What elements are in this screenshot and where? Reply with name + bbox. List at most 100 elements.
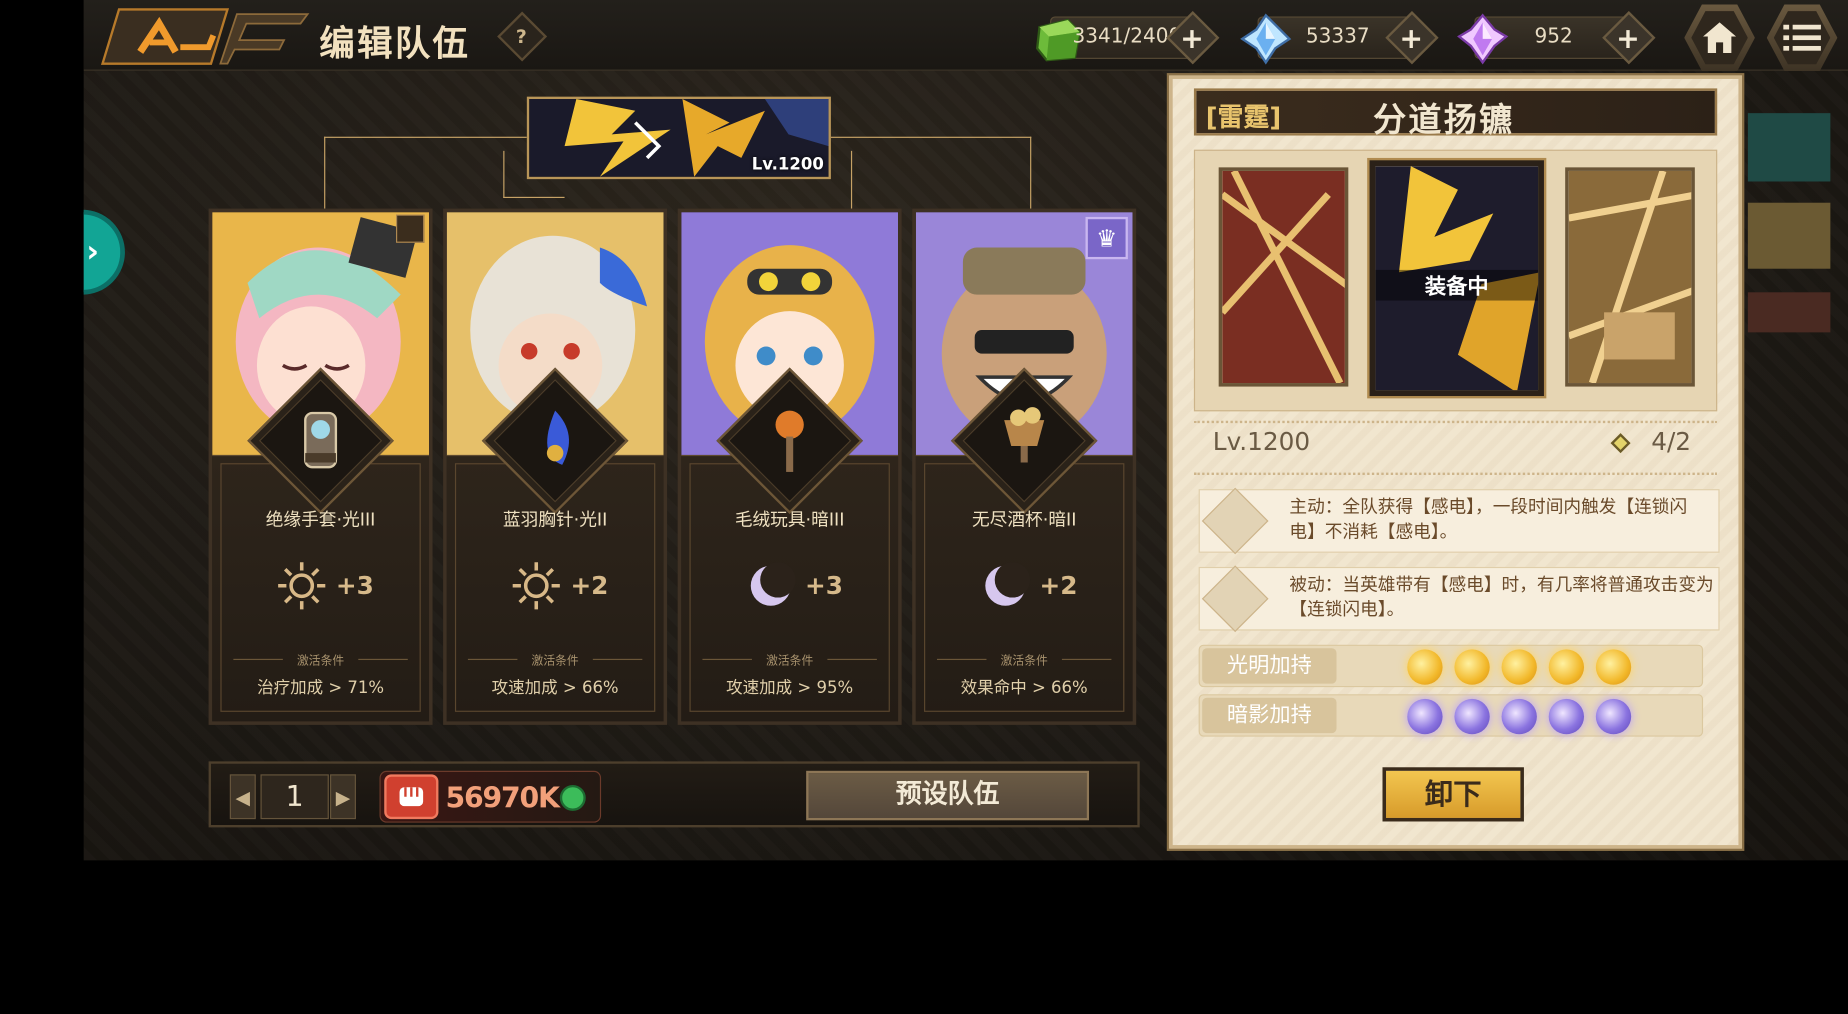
relic-level: Lv.1200 bbox=[1212, 427, 1311, 457]
attribute-bonus: +2 bbox=[447, 557, 664, 616]
question-icon: ? bbox=[516, 25, 528, 48]
light-orb-icon bbox=[1501, 649, 1537, 685]
activation-condition: 治疗加成 > 71% bbox=[257, 678, 385, 698]
relic-option[interactable] bbox=[1565, 167, 1695, 387]
unequip-button[interactable]: 卸下 bbox=[1382, 767, 1524, 822]
light-orb-icon bbox=[1595, 649, 1632, 685]
purple-crystal-icon bbox=[1457, 13, 1509, 65]
relic-count: 4/2 bbox=[1651, 427, 1692, 457]
help-button[interactable]: ? bbox=[497, 11, 548, 62]
divider bbox=[1193, 420, 1718, 424]
purple-crystal-value: 952 bbox=[1534, 24, 1573, 49]
side-tab[interactable] bbox=[1747, 113, 1831, 182]
hero-card-1[interactable]: 绝缘手套·光III +3 激活条件 治疗加成 > 71% bbox=[208, 208, 433, 725]
left-black-bar bbox=[0, 0, 84, 861]
dark-orb-icon bbox=[1454, 698, 1490, 735]
plus-icon: + bbox=[1616, 22, 1640, 56]
team-relic-slot[interactable]: Lv.1200 bbox=[526, 96, 831, 180]
page-title: 编辑队伍 bbox=[319, 23, 471, 65]
team-power: 56970K bbox=[379, 770, 602, 823]
expand-side-arrow-button[interactable]: › bbox=[83, 209, 125, 295]
passive-skill-icon bbox=[1201, 565, 1269, 633]
dark-orb-icon bbox=[1501, 698, 1537, 735]
relic-option[interactable] bbox=[1218, 167, 1349, 387]
next-page-button[interactable]: ▶ bbox=[330, 774, 356, 820]
equipped-tag: 装备中 bbox=[1375, 269, 1539, 301]
passive-skill: 被动：当英雄带有【感电】时，有几率将普通攻击变为【连锁闪电】。 bbox=[1198, 565, 1720, 633]
dark-blessing-label: 暗影加持 bbox=[1202, 697, 1337, 734]
relic-option-selected[interactable]: 装备中 bbox=[1369, 160, 1544, 397]
moon-icon bbox=[750, 562, 796, 606]
activation-label: 激活条件 bbox=[531, 655, 579, 669]
relic-type: [雷霆] bbox=[1205, 103, 1282, 134]
relic-art bbox=[1222, 170, 1345, 384]
goblet-icon bbox=[1004, 407, 1045, 463]
side-tab[interactable] bbox=[1747, 202, 1831, 269]
equipment-name: 毛绒玩具·暗III bbox=[734, 509, 845, 531]
blue-crystal-icon bbox=[1240, 13, 1292, 65]
activation-label: 激活条件 bbox=[297, 655, 345, 669]
prev-page-button[interactable]: ◀ bbox=[229, 774, 256, 820]
equipment-name: 无尽酒杯·暗II bbox=[971, 509, 1077, 531]
sun-icon bbox=[512, 562, 560, 610]
equipment-name: 蓝羽胸针·光II bbox=[502, 509, 608, 531]
attribute-value: +3 bbox=[335, 571, 374, 600]
passive-skill-text: 被动：当英雄带有【感电】时，有几率将普通攻击变为【连锁闪电】。 bbox=[1289, 573, 1714, 620]
home-button[interactable] bbox=[1684, 4, 1755, 71]
attribute-value: +2 bbox=[570, 571, 609, 600]
dark-orb-icon bbox=[1407, 698, 1443, 735]
preset-team-button[interactable]: 预设队伍 bbox=[806, 770, 1090, 821]
dark-blessing-row: 暗影加持 bbox=[1198, 694, 1704, 737]
hero-card-3[interactable]: 毛绒玩具·暗III +3 激活条件 攻速加成 > 95% bbox=[677, 208, 902, 725]
relic-detail-panel: [雷霆] 分道扬镳 装备中 Lv.1200 4/2 主动：全队获得【感电】，一段… bbox=[1169, 75, 1742, 849]
add-stamina-button[interactable]: + bbox=[1166, 11, 1220, 65]
side-tab[interactable] bbox=[1747, 292, 1831, 333]
plush-toy-icon bbox=[775, 410, 804, 472]
game-screen: 编辑队伍 ? 3341/2400 + 53337 + 952 + › Lv.12… bbox=[83, 0, 1848, 861]
blue-crystal-value: 53337 bbox=[1305, 24, 1370, 49]
resource-purple-crystal: 952 + bbox=[1457, 11, 1656, 65]
plus-icon: + bbox=[1399, 22, 1424, 56]
feather-brooch-icon bbox=[546, 410, 569, 465]
page-number: 1 bbox=[260, 774, 329, 820]
activation-condition: 攻速加成 > 95% bbox=[726, 678, 854, 698]
light-orb-icon bbox=[1454, 649, 1490, 685]
active-skill-icon bbox=[1201, 487, 1269, 555]
active-skill-text: 主动：全队获得【感电】，一段时间内触发【连锁闪电】不消耗【感电】。 bbox=[1289, 496, 1688, 543]
connector-line bbox=[324, 136, 527, 215]
fist-icon bbox=[384, 774, 439, 820]
arrow-right-icon: ▶ bbox=[335, 785, 351, 808]
equipment-name: 绝缘手套·光III bbox=[265, 509, 376, 531]
plus-icon: + bbox=[1180, 22, 1204, 56]
hero-card-4[interactable]: ♛ 无尽酒杯·暗II +2 激活条件 效果命中 > 66% bbox=[912, 208, 1137, 725]
light-orb-icon bbox=[1548, 649, 1585, 685]
attribute-bonus: +2 bbox=[916, 557, 1133, 616]
light-blessing-row: 光明加持 bbox=[1198, 644, 1704, 688]
sun-icon bbox=[278, 562, 326, 610]
relic-art bbox=[1568, 170, 1692, 384]
dark-orb-icon bbox=[1548, 698, 1585, 735]
chevron-right-icon: › bbox=[86, 234, 100, 270]
moon-icon bbox=[985, 562, 1031, 606]
power-value: 56970K bbox=[445, 781, 560, 815]
top-bar: 编辑队伍 ? 3341/2400 + 53337 + 952 + bbox=[83, 0, 1848, 71]
resource-blue-crystal: 53337 + bbox=[1240, 11, 1439, 65]
hero-card-2[interactable]: 蓝羽胸针·光II +2 激活条件 攻速加成 > 66% bbox=[443, 208, 668, 725]
light-blessing-label: 光明加持 bbox=[1202, 648, 1337, 684]
menu-list-icon bbox=[1783, 24, 1821, 51]
light-orb-icon bbox=[1407, 649, 1443, 685]
relic-level: Lv.1200 bbox=[751, 155, 824, 175]
activation-label: 激活条件 bbox=[766, 655, 814, 669]
add-blue-crystal-button[interactable]: + bbox=[1385, 11, 1439, 65]
menu-button[interactable] bbox=[1766, 4, 1838, 71]
attribute-bonus: +3 bbox=[681, 557, 898, 616]
attribute-value: +3 bbox=[804, 571, 843, 600]
home-icon bbox=[1703, 22, 1737, 54]
add-purple-crystal-button[interactable]: + bbox=[1602, 11, 1656, 65]
relic-header: [雷霆] 分道扬镳 bbox=[1193, 88, 1718, 139]
relic-name: 分道扬镳 bbox=[1373, 100, 1515, 140]
dark-orb-icon bbox=[1595, 698, 1632, 735]
resource-stamina: 3341/2400 + bbox=[1035, 11, 1220, 65]
active-skill: 主动：全队获得【感电】，一段时间内触发【连锁闪电】不消耗【感电】。 bbox=[1198, 487, 1720, 555]
connector-line bbox=[828, 136, 1032, 215]
